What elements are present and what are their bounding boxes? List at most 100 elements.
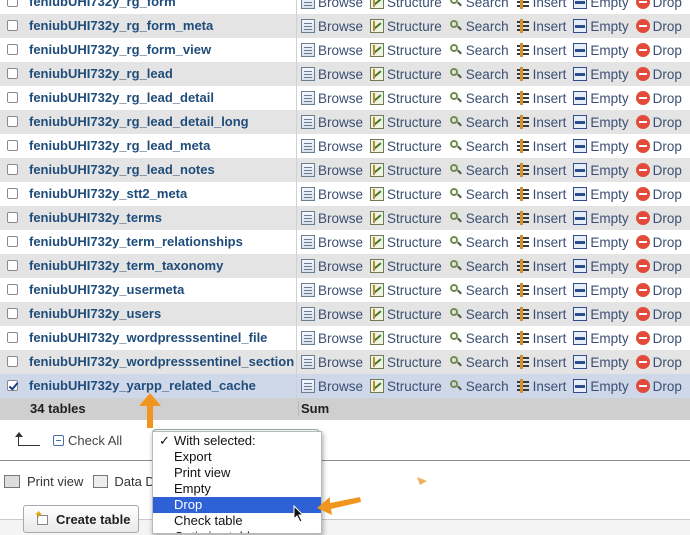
structure-action[interactable]: Structure [370, 163, 442, 178]
data-dictionary-link[interactable]: Data D [114, 474, 154, 489]
structure-action[interactable]: Structure [370, 139, 442, 154]
insert-action[interactable]: Insert [516, 307, 566, 322]
structure-action[interactable]: Structure [370, 43, 442, 58]
search-action[interactable]: Search [449, 67, 509, 82]
insert-action[interactable]: Insert [516, 283, 566, 298]
row-checkbox[interactable] [7, 236, 18, 247]
insert-action[interactable]: Insert [516, 115, 566, 130]
row-checkbox[interactable] [7, 308, 18, 319]
search-action[interactable]: Search [449, 91, 509, 106]
search-action[interactable]: Search [449, 139, 509, 154]
insert-action[interactable]: Insert [516, 235, 566, 250]
insert-action[interactable]: Insert [516, 91, 566, 106]
search-action[interactable]: Search [449, 259, 509, 274]
row-checkbox[interactable] [7, 92, 18, 103]
structure-action[interactable]: Structure [370, 115, 442, 130]
drop-action[interactable]: Drop [635, 115, 682, 130]
browse-action[interactable]: Browse [301, 211, 363, 226]
search-action[interactable]: Search [449, 187, 509, 202]
structure-action[interactable]: Structure [370, 211, 442, 226]
structure-action[interactable]: Structure [370, 187, 442, 202]
table-name-link[interactable]: feniubUHI732y_rg_lead [29, 66, 173, 81]
browse-action[interactable]: Browse [301, 187, 363, 202]
table-name-link[interactable]: feniubUHI732y_rg_lead_detail [29, 90, 214, 105]
drop-action[interactable]: Drop [635, 259, 682, 274]
search-action[interactable]: Search [449, 19, 509, 34]
row-checkbox[interactable] [7, 116, 18, 127]
insert-action[interactable]: Insert [516, 139, 566, 154]
browse-action[interactable]: Browse [301, 115, 363, 130]
structure-action[interactable]: Structure [370, 379, 442, 394]
table-name-link[interactable]: feniubUHI732y_users [29, 306, 161, 321]
insert-action[interactable]: Insert [516, 211, 566, 226]
insert-action[interactable]: Insert [516, 67, 566, 82]
empty-action[interactable]: Empty [573, 139, 629, 154]
table-name-link[interactable]: feniubUHI732y_term_relationships [29, 234, 243, 249]
empty-action[interactable]: Empty [573, 307, 629, 322]
print-view-link[interactable]: Print view [27, 474, 83, 489]
search-action[interactable]: Search [449, 43, 509, 58]
empty-action[interactable]: Empty [573, 259, 629, 274]
empty-action[interactable]: Empty [573, 163, 629, 178]
empty-action[interactable]: Empty [573, 379, 629, 394]
drop-action[interactable]: Drop [635, 355, 682, 370]
check-all-toggle[interactable]: Check All [53, 433, 122, 448]
drop-action[interactable]: Drop [635, 43, 682, 58]
empty-action[interactable]: Empty [573, 67, 629, 82]
browse-action[interactable]: Browse [301, 163, 363, 178]
insert-action[interactable]: Insert [516, 355, 566, 370]
search-action[interactable]: Search [449, 307, 509, 322]
empty-action[interactable]: Empty [573, 115, 629, 130]
empty-action[interactable]: Empty [573, 91, 629, 106]
search-action[interactable]: Search [449, 115, 509, 130]
search-action[interactable]: Search [449, 331, 509, 346]
search-action[interactable]: Search [449, 0, 509, 10]
table-name-link[interactable]: feniubUHI732y_rg_lead_meta [29, 138, 210, 153]
drop-action[interactable]: Drop [635, 67, 682, 82]
table-name-link[interactable]: feniubUHI732y_rg_form_meta [29, 18, 213, 33]
search-action[interactable]: Search [449, 283, 509, 298]
table-name-link[interactable]: feniubUHI732y_term_taxonomy [29, 258, 223, 273]
insert-action[interactable]: Insert [516, 379, 566, 394]
insert-action[interactable]: Insert [516, 19, 566, 34]
structure-action[interactable]: Structure [370, 355, 442, 370]
insert-action[interactable]: Insert [516, 331, 566, 346]
structure-action[interactable]: Structure [370, 331, 442, 346]
table-name-link[interactable]: feniubUHI732y_rg_form_view [29, 42, 211, 57]
drop-action[interactable]: Drop [635, 19, 682, 34]
structure-action[interactable]: Structure [370, 283, 442, 298]
browse-action[interactable]: Browse [301, 259, 363, 274]
empty-action[interactable]: Empty [573, 187, 629, 202]
drop-action[interactable]: Drop [635, 283, 682, 298]
row-checkbox[interactable] [7, 164, 18, 175]
row-checkbox[interactable] [7, 260, 18, 271]
drop-action[interactable]: Drop [635, 379, 682, 394]
insert-action[interactable]: Insert [516, 163, 566, 178]
browse-action[interactable]: Browse [301, 91, 363, 106]
row-checkbox[interactable] [7, 0, 18, 7]
table-name-link[interactable]: feniubUHI732y_yarpp_related_cache [29, 378, 256, 393]
dropdown-option[interactable]: Export [153, 449, 321, 465]
browse-action[interactable]: Browse [301, 235, 363, 250]
browse-action[interactable]: Browse [301, 43, 363, 58]
search-action[interactable]: Search [449, 379, 509, 394]
row-checkbox[interactable] [7, 356, 18, 367]
row-checkbox[interactable] [7, 140, 18, 151]
empty-action[interactable]: Empty [573, 211, 629, 226]
empty-action[interactable]: Empty [573, 43, 629, 58]
drop-action[interactable]: Drop [635, 187, 682, 202]
create-table-button[interactable]: Create table [23, 505, 139, 533]
browse-action[interactable]: Browse [301, 139, 363, 154]
dropdown-option[interactable]: ✓ With selected: [153, 433, 321, 449]
drop-action[interactable]: Drop [635, 163, 682, 178]
table-name-link[interactable]: feniubUHI732y_rg_form [29, 0, 176, 9]
dropdown-option[interactable]: Empty [153, 481, 321, 497]
browse-action[interactable]: Browse [301, 0, 363, 10]
empty-action[interactable]: Empty [573, 0, 629, 10]
structure-action[interactable]: Structure [370, 235, 442, 250]
empty-action[interactable]: Empty [573, 355, 629, 370]
table-name-link[interactable]: feniubUHI732y_wordpresssentinel_section [29, 354, 294, 369]
row-checkbox[interactable] [7, 44, 18, 55]
browse-action[interactable]: Browse [301, 307, 363, 322]
insert-action[interactable]: Insert [516, 187, 566, 202]
